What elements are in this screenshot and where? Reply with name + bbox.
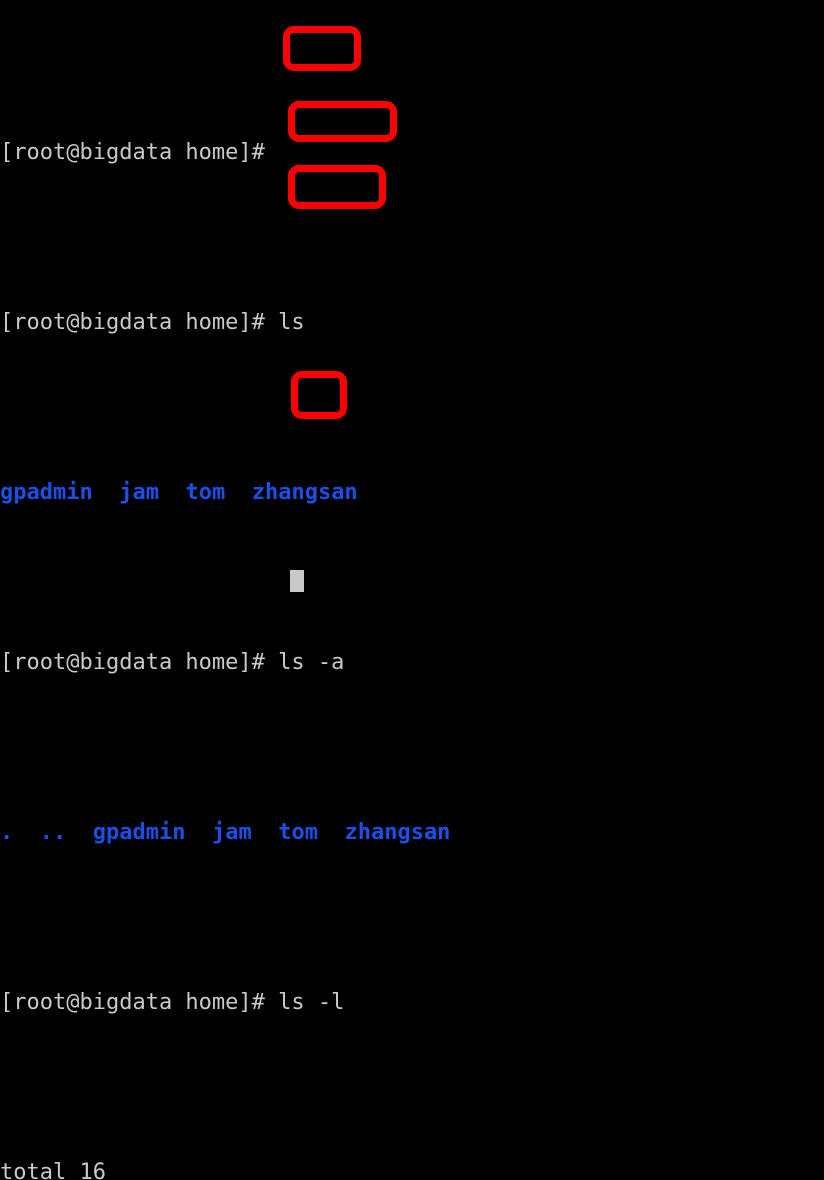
ls-a-command: ls -a [278,650,345,675]
terminal-line: [root@bigdata home]# [0,136,824,170]
terminal-window[interactable]: [root@bigdata home]# [root@bigdata home]… [0,0,824,1180]
terminal-line: gpadmin jam tom zhangsan [0,476,824,510]
dir-entry-jam: jam [119,480,159,505]
ls-l-command: ls -l [278,990,345,1015]
shell-prompt: [root@bigdata home]# [0,650,279,675]
terminal-line: total 16 [0,1156,824,1180]
dir-entry-gpadmin: gpadmin [0,480,93,505]
dir-entry-dotdot: .. [39,820,67,845]
dir-entry-gpadmin: gpadmin [92,820,186,845]
dir-entry-zhangsan: zhangsan [344,820,451,845]
dir-entry-jam: jam [211,820,252,845]
annotation-box-ls [283,26,361,71]
dir-entry-zhangsan: zhangsan [251,480,358,505]
dir-entry-tom: tom [278,820,318,845]
shell-prompt: [root@bigdata home]# [0,310,279,335]
terminal-line: [root@bigdata home]# ls -l [0,986,824,1020]
terminal-line: . .. gpadmin jam tom zhangsan [0,816,824,850]
terminal-line: [root@bigdata home]# ls [0,306,824,340]
terminal-line: [root@bigdata home]# ls -a [0,646,824,680]
ls-command: ls [278,310,305,335]
shell-prompt: [root@bigdata home]# [0,140,279,165]
dir-entry-dot: . [0,820,14,845]
annotation-box-ls-l [288,165,386,209]
text-cursor [290,570,304,592]
total-label: total 16 [0,1160,106,1180]
shell-prompt: [root@bigdata home]# [0,990,279,1015]
dir-entry-tom: tom [185,480,226,505]
annotation-box-ll [291,371,347,419]
